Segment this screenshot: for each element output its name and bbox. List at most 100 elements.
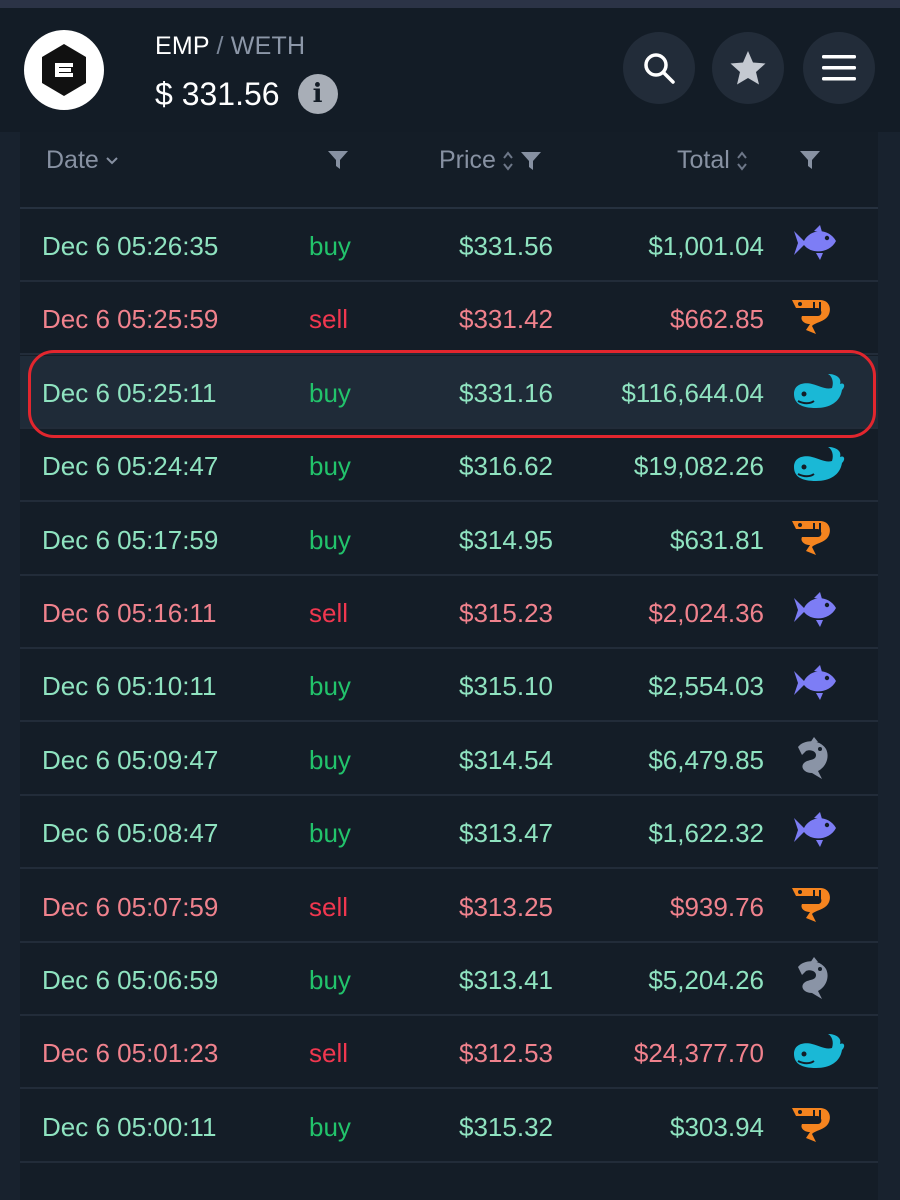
whale-icon <box>790 1030 850 1074</box>
filter-icon[interactable] <box>520 151 542 171</box>
total-header-label: Total <box>677 146 730 174</box>
menu-button[interactable] <box>803 32 875 104</box>
total-column-header[interactable]: Total <box>677 146 748 175</box>
info-icon[interactable]: i <box>297 74 338 114</box>
side-filter-button[interactable] <box>327 150 349 170</box>
pair-separator: / <box>216 32 224 60</box>
fish-icon <box>790 663 850 707</box>
trade-date: Dec 6 05:09:47 <box>42 744 219 775</box>
search-button[interactable] <box>623 32 695 104</box>
size-filter-button[interactable] <box>799 150 821 170</box>
trade-price: $316.62 <box>459 451 553 482</box>
trade-date: Dec 6 05:24:47 <box>42 451 219 482</box>
price-row: $ 331.56 i <box>155 74 338 114</box>
trade-total: $19,082.26 <box>633 451 764 482</box>
shrimp-icon <box>790 296 850 340</box>
trade-side: buy <box>309 451 351 482</box>
trade-price: $315.23 <box>459 598 553 628</box>
date-header-label: Date <box>46 146 99 174</box>
table-row[interactable]: Dec 6 05:07:59 sell $313.25 $939.76 <box>20 870 878 943</box>
table-row[interactable]: Dec 6 05:08:47 buy $313.47 $1,622.32 <box>20 796 878 870</box>
trade-total: $24,377.70 <box>633 1038 764 1069</box>
trade-total: $6,479.85 <box>648 744 764 775</box>
favorite-button[interactable] <box>712 32 784 104</box>
table-row[interactable]: Dec 6 05:06:59 buy $313.41 $5,204.26 <box>20 943 878 1016</box>
trade-price: $331.16 <box>459 377 553 408</box>
trade-side: buy <box>309 744 351 775</box>
trade-price: $315.10 <box>459 671 553 702</box>
trade-side: buy <box>309 524 351 555</box>
token-logo[interactable] <box>24 30 104 110</box>
trade-side: sell <box>309 598 349 628</box>
trade-price: $313.41 <box>459 965 553 995</box>
price-header-label: Price <box>439 146 496 174</box>
emp-logo-icon <box>42 44 86 96</box>
trade-date: Dec 6 05:07:59 <box>42 891 219 922</box>
pair-name: EMP / WETH <box>155 32 305 61</box>
trade-date: Dec 6 05:17:59 <box>42 524 219 555</box>
trade-date: Dec 6 05:26:35 <box>42 231 219 261</box>
trade-total: $5,204.26 <box>648 965 764 995</box>
chevron-down-icon <box>106 156 118 164</box>
trade-date: Dec 6 05:06:59 <box>42 965 219 995</box>
whale-icon <box>790 443 850 487</box>
token-price: $ 331.56 <box>155 75 280 112</box>
status-strip <box>0 0 900 8</box>
trade-date: Dec 6 05:16:11 <box>42 598 217 628</box>
trade-price: $315.32 <box>459 1111 553 1142</box>
table-row[interactable]: Dec 6 05:09:47 buy $314.54 $6,479.85 <box>20 723 878 796</box>
hamburger-icon <box>822 55 856 81</box>
shrimp-icon <box>790 1104 850 1148</box>
table-row[interactable]: Dec 6 05:24:47 buy $316.62 $19,082.26 <box>20 429 878 503</box>
trade-side: buy <box>309 818 351 849</box>
base-token: EMP <box>155 32 210 60</box>
trade-date: Dec 6 05:00:11 <box>42 1111 217 1142</box>
trade-total: $1,622.32 <box>648 818 764 849</box>
trade-price: $313.47 <box>459 818 553 849</box>
trade-total: $303.94 <box>670 1111 764 1142</box>
fish-icon <box>790 590 850 634</box>
trade-total: $1,001.04 <box>648 231 764 261</box>
table-row[interactable]: Dec 6 05:25:59 sell $331.42 $662.85 <box>20 282 878 356</box>
table-row[interactable]: Dec 6 05:01:23 sell $312.53 $24,377.70 <box>20 1016 878 1090</box>
sort-icon <box>737 150 747 171</box>
trade-price: $312.53 <box>459 1038 553 1069</box>
trade-date: Dec 6 05:10:11 <box>42 671 217 702</box>
trade-side: buy <box>309 1111 351 1142</box>
shrimp-icon <box>790 884 850 928</box>
trade-price: $314.54 <box>459 744 553 775</box>
trade-side: sell <box>309 891 349 922</box>
trade-side: buy <box>309 965 351 995</box>
fish-icon <box>790 223 850 267</box>
table-header: Date Price Total <box>20 132 878 209</box>
table-row[interactable]: Dec 6 05:26:35 buy $331.56 $1,001.04 <box>20 209 878 282</box>
shrimp-icon <box>790 517 850 561</box>
trade-date: Dec 6 05:01:23 <box>42 1038 219 1069</box>
trade-side: sell <box>309 1038 349 1069</box>
trade-total: $662.85 <box>670 304 764 335</box>
table-row[interactable]: Dec 6 05:10:11 buy $315.10 $2,554.03 <box>20 649 878 723</box>
trade-price: $314.95 <box>459 524 553 555</box>
quote-token: WETH <box>230 32 306 60</box>
table-row[interactable]: Dec 6 05:17:59 buy $314.95 $631.81 <box>20 503 878 576</box>
trade-side: buy <box>309 231 351 261</box>
whale-icon <box>790 370 850 414</box>
trade-side: sell <box>309 304 349 335</box>
table-row[interactable]: Dec 6 05:00:11 buy $315.32 $303.94 <box>20 1090 878 1163</box>
trade-side: buy <box>309 671 351 702</box>
price-column-header[interactable]: Price <box>439 146 542 175</box>
trade-side: buy <box>309 377 351 408</box>
fish-icon <box>790 810 850 854</box>
trade-total: $631.81 <box>670 524 764 555</box>
table-row[interactable]: Dec 6 05:25:11 buy $331.16 $116,644.04 <box>20 355 878 429</box>
sort-icon <box>503 150 513 171</box>
trade-date: Dec 6 05:25:59 <box>42 304 219 335</box>
table-row[interactable]: Dec 6 05:16:11 sell $315.23 $2,024.36 <box>20 576 878 649</box>
dolphin-icon <box>790 736 850 781</box>
trade-total: $939.76 <box>670 891 764 922</box>
date-column-header[interactable]: Date <box>46 146 119 175</box>
star-icon <box>730 51 766 85</box>
trade-price: $331.42 <box>459 304 553 335</box>
trade-price: $331.56 <box>459 231 553 261</box>
trade-date: Dec 6 05:25:11 <box>42 377 217 408</box>
